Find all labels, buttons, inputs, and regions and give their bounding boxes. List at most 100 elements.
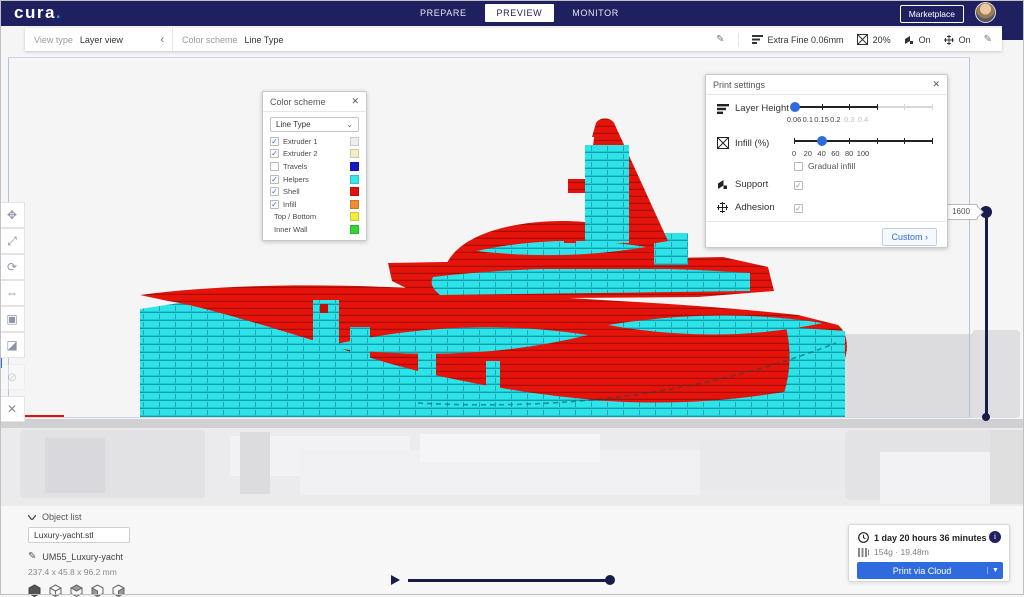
gradual-infill-row[interactable]: Gradual infill [794,161,855,171]
logo-dot: . [56,3,62,22]
printer-ghost-part [420,434,600,462]
user-avatar[interactable] [975,2,996,23]
profile-summary[interactable]: Extra Fine 0.06mm [752,35,844,45]
edit-pencil-icon[interactable]: ✎ [28,551,36,562]
adhesion-checkbox[interactable] [794,204,803,213]
custom-settings-button[interactable]: Custom › [882,228,937,246]
legend-row-extruder1[interactable]: Extruder 1 [263,135,366,148]
cube-right-icon[interactable] [112,584,125,597]
tool-scale-button[interactable]: ⤢ [0,228,25,254]
object-list-panel: Object list ✎ UM55_Luxury-yacht 237.4 x … [28,512,130,597]
cube-solid-icon[interactable] [28,584,41,597]
play-button[interactable] [391,575,400,585]
tool-support-blocker-button[interactable]: ◪ [0,332,25,358]
tool-disabled-button: ⊘ [0,364,25,390]
printer-ghost-part [880,452,1005,504]
view-type-selector[interactable]: View type Layer view ‹ [25,28,173,51]
tab-prepare[interactable]: PREPARE [408,4,479,22]
line-type-dropdown[interactable]: Line Type ⌄ [270,117,359,132]
stage-tabs: PREPARE PREVIEW MONITOR [408,0,631,26]
layer-height-slider[interactable] [794,101,934,113]
infill-slider[interactable] [794,135,934,147]
extruder2-checkbox[interactable] [270,149,279,158]
object-filename-field[interactable] [28,527,130,543]
color-scheme-label: Color scheme [182,35,238,45]
gradual-infill-label: Gradual infill [808,161,855,171]
tab-preview[interactable]: PREVIEW [485,4,555,22]
collapse-chevron-icon[interactable]: ‹ [160,34,164,46]
clock-icon [858,532,869,543]
close-icon[interactable]: ✕ [351,96,359,107]
edit-settings-icon[interactable]: ✎ [984,34,992,45]
legend-row-helpers[interactable]: Helpers [263,173,366,186]
tool-move-button[interactable]: ✥ [0,202,25,228]
infill-label: Infill (%) [735,138,769,149]
adhesion-icon [944,35,954,45]
build-volume-bottom-line [8,417,970,418]
tool-selection-indicator [0,358,2,368]
color-scheme-panel: Color scheme ✕ Line Type ⌄ Extruder 1 Ex… [262,91,367,241]
deselect-close-button[interactable]: ✕ [0,396,25,422]
object-list-toggle[interactable]: Object list [28,512,130,522]
print-time-estimate: 1 day 20 hours 36 minutes [874,533,987,543]
legend-label: Helpers [283,175,309,184]
support-checkbox[interactable] [794,181,803,190]
color-scheme-value: Line Type [245,35,284,45]
layer-slider-bottom-handle[interactable] [982,413,990,421]
playback-handle[interactable] [605,575,615,585]
print-settings-header[interactable]: Print settings ✕ [706,75,947,95]
shell-checkbox[interactable] [270,187,279,196]
adhesion-value: On [959,35,971,45]
print-options-chevron-icon[interactable]: ▼ [987,567,1003,574]
layer-height-slider-handle[interactable] [790,102,800,112]
chevron-down-icon [28,515,36,520]
printer-ghost-part [240,432,270,494]
extruder1-checkbox[interactable] [270,137,279,146]
layer-height-icon [752,35,763,44]
legend-row-travels[interactable]: Travels [263,160,366,173]
close-icon[interactable]: ✕ [932,79,940,90]
color-scheme-panel-header[interactable]: Color scheme ✕ [263,92,366,112]
infill-summary[interactable]: 20% [857,34,891,45]
gradual-infill-checkbox[interactable] [794,162,803,171]
legend-row-extruder2[interactable]: Extruder 2 [263,148,366,161]
cube-left-icon[interactable] [91,584,104,597]
support-value: On [919,35,931,45]
profile-value: Extra Fine 0.06mm [768,35,844,45]
marketplace-button[interactable]: Marketplace [900,5,964,23]
material-row: 154g · 19.48m [858,547,929,557]
infill-checkbox[interactable] [270,200,279,209]
legend-row-infill[interactable]: Infill [263,198,366,211]
helpers-checkbox[interactable] [270,175,279,184]
color-swatch [350,175,359,184]
tab-monitor[interactable]: MONITOR [560,4,631,22]
model-dimensions: 237.4 x 45.8 x 96.2 mm [28,567,130,577]
playback-track[interactable] [408,579,612,582]
printer-name-row[interactable]: ✎ UM55_Luxury-yacht [28,551,130,562]
cube-front-icon[interactable] [49,584,62,597]
travels-checkbox[interactable] [270,162,279,171]
edit-profile-icon[interactable]: ✎ [716,34,724,45]
legend-row-shell[interactable]: Shell [263,185,366,198]
support-summary[interactable]: On [904,35,931,45]
tool-mirror-button[interactable]: ⇔ [0,280,25,306]
legend-label: Top / Bottom [274,212,316,221]
line-type-dropdown-value: Line Type [276,120,311,129]
support-label: Support [735,179,768,190]
color-swatch [350,225,359,234]
cura-logo: cura. [14,3,62,23]
print-via-cloud-button[interactable]: Print via Cloud ▼ [857,562,1003,579]
printer-name: UM55_Luxury-yacht [42,552,123,562]
tool-rotate-button[interactable]: ⟳ [0,254,25,280]
info-icon[interactable]: i [989,531,1001,543]
adhesion-summary[interactable]: On [944,35,971,45]
color-scheme-selector[interactable]: Color scheme Line Type [173,28,283,51]
build-plate-edge [0,419,1024,428]
layer-slider-track[interactable] [985,212,988,418]
cube-top-icon[interactable] [70,584,83,597]
color-swatch [350,187,359,196]
infill-slider-handle[interactable] [817,136,827,146]
material-usage: 154g · 19.48m [874,547,929,557]
tool-per-model-settings-button[interactable]: ▣ [0,306,25,332]
legend-label: Shell [283,187,300,196]
